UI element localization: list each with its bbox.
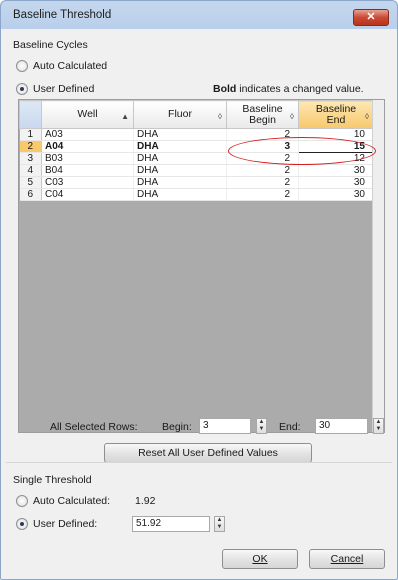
baseline-end-cell[interactable]: 10 xyxy=(298,128,374,141)
table-row[interactable]: 1 A03 DHA 2 10 xyxy=(19,128,374,141)
threshold-user-radio[interactable] xyxy=(16,518,28,530)
threshold-user-input[interactable]: 51.92 xyxy=(132,516,210,532)
sort-icon: ◊ xyxy=(290,112,294,121)
spin-up-icon[interactable]: ▲ xyxy=(259,419,265,425)
end-spinner[interactable]: ▲ ▼ xyxy=(373,418,384,434)
row-number[interactable]: 1 xyxy=(19,128,42,141)
ok-button[interactable]: OK xyxy=(222,549,298,569)
sort-ascending-icon: ▲ xyxy=(121,112,129,121)
cancel-button-label: Cancel xyxy=(330,553,364,565)
close-icon: ✕ xyxy=(366,11,376,23)
begin-label: Begin: xyxy=(162,421,192,433)
section-divider xyxy=(6,462,392,463)
row-number[interactable]: 6 xyxy=(19,188,42,201)
title-bar[interactable]: Baseline Threshold ✕ xyxy=(1,1,397,29)
threshold-user-label: User Defined: xyxy=(33,518,98,530)
column-header-fluor[interactable]: Fluor ◊ xyxy=(133,100,227,129)
baseline-end-header-label: Baseline End xyxy=(315,102,357,126)
baseline-begin-cell[interactable]: 2 xyxy=(226,176,299,189)
baseline-cycles-heading: Baseline Cycles xyxy=(13,39,88,51)
threshold-auto-label: Auto Calculated: xyxy=(33,495,111,507)
spin-down-icon[interactable]: ▼ xyxy=(217,524,223,530)
baseline-begin-header-label: Baseline Begin xyxy=(242,102,283,126)
well-cell[interactable]: C04 xyxy=(41,188,134,201)
grid-scrollbar[interactable] xyxy=(372,100,384,432)
window-title: Baseline Threshold xyxy=(13,9,112,21)
cancel-button[interactable]: Cancel xyxy=(309,549,385,569)
baseline-begin-cell[interactable]: 2 xyxy=(226,188,299,201)
note-bold-word: Bold xyxy=(213,83,237,95)
row-number[interactable]: 2 xyxy=(19,140,42,153)
baseline-end-cell[interactable]: 30 xyxy=(298,176,374,189)
changed-value-note: Bold indicates a changed value. xyxy=(213,83,364,95)
ok-button-label: OK xyxy=(252,553,268,565)
row-number[interactable]: 5 xyxy=(19,176,42,189)
fluor-cell[interactable]: DHA xyxy=(133,140,227,153)
spin-up-icon[interactable]: ▲ xyxy=(376,419,382,425)
fluor-cell[interactable]: DHA xyxy=(133,188,227,201)
sort-icon: ◊ xyxy=(365,112,369,121)
baseline-end-cell[interactable]: 12 xyxy=(298,152,374,165)
close-button[interactable]: ✕ xyxy=(353,9,389,26)
baseline-user-radio[interactable] xyxy=(16,83,28,95)
table-row[interactable]: 5 C03 DHA 2 30 xyxy=(19,176,374,189)
baseline-auto-radio[interactable] xyxy=(16,60,28,72)
baseline-end-cell[interactable]: 30 xyxy=(298,188,374,201)
spin-down-icon[interactable]: ▼ xyxy=(259,426,265,432)
fluor-header-label: Fluor xyxy=(168,108,192,120)
fluor-cell[interactable]: DHA xyxy=(133,152,227,165)
threshold-auto-value: 1.92 xyxy=(135,495,156,507)
fluor-cell[interactable]: DHA xyxy=(133,176,227,189)
well-cell[interactable]: B03 xyxy=(41,152,134,165)
well-cell[interactable]: A03 xyxy=(41,128,134,141)
well-cell[interactable]: B04 xyxy=(41,164,134,177)
baseline-begin-cell[interactable]: 2 xyxy=(226,152,299,165)
dialog-body: Baseline Cycles Auto Calculated User Def… xyxy=(6,31,392,575)
single-threshold-heading: Single Threshold xyxy=(13,474,92,486)
baseline-table: Well ▲ Fluor ◊ Baseline Begin ◊ Baseline En… xyxy=(19,100,374,201)
threshold-auto-radio[interactable] xyxy=(16,495,28,507)
baseline-auto-label: Auto Calculated xyxy=(33,60,108,72)
baseline-threshold-dialog: Baseline Threshold ✕ Baseline Cycles Aut… xyxy=(0,0,398,580)
well-cell[interactable]: C03 xyxy=(41,176,134,189)
column-header-baseline-end[interactable]: Baseline End ◊ xyxy=(298,100,374,129)
table-row[interactable]: 6 C04 DHA 2 30 xyxy=(19,188,374,201)
begin-input[interactable]: 3 xyxy=(199,418,251,434)
well-header-label: Well xyxy=(77,108,98,120)
well-cell[interactable]: A04 xyxy=(41,140,134,153)
end-input[interactable]: 30 xyxy=(315,418,368,434)
baseline-grid: Well ▲ Fluor ◊ Baseline Begin ◊ Baseline En… xyxy=(18,99,385,433)
baseline-end-edit-cell[interactable]: 15 xyxy=(298,140,374,153)
end-label: End: xyxy=(279,421,301,433)
baseline-end-cell[interactable]: 30 xyxy=(298,164,374,177)
spin-down-icon[interactable]: ▼ xyxy=(376,426,382,432)
table-row[interactable]: 4 B04 DHA 2 30 xyxy=(19,164,374,177)
column-header-well[interactable]: Well ▲ xyxy=(41,100,134,129)
row-number[interactable]: 4 xyxy=(19,164,42,177)
fluor-cell[interactable]: DHA xyxy=(133,164,227,177)
baseline-begin-cell[interactable]: 2 xyxy=(226,164,299,177)
table-row[interactable]: 2 A04 DHA 3 15 xyxy=(19,140,374,153)
note-text: indicates a changed value. xyxy=(236,83,364,95)
baseline-begin-cell[interactable]: 2 xyxy=(226,128,299,141)
grid-corner[interactable] xyxy=(19,100,42,129)
baseline-begin-cell[interactable]: 3 xyxy=(226,140,299,153)
sort-icon: ◊ xyxy=(218,112,222,121)
baseline-user-label: User Defined xyxy=(33,83,95,95)
fluor-cell[interactable]: DHA xyxy=(133,128,227,141)
all-selected-rows-label: All Selected Rows: xyxy=(50,421,138,433)
row-number[interactable]: 3 xyxy=(19,152,42,165)
column-header-baseline-begin[interactable]: Baseline Begin ◊ xyxy=(226,100,299,129)
begin-spinner[interactable]: ▲ ▼ xyxy=(256,418,267,434)
reset-user-defined-button[interactable]: Reset All User Defined Values xyxy=(104,443,312,463)
spin-up-icon[interactable]: ▲ xyxy=(217,517,223,523)
table-row[interactable]: 3 B03 DHA 2 12 xyxy=(19,152,374,165)
threshold-spinner[interactable]: ▲ ▼ xyxy=(214,516,225,532)
